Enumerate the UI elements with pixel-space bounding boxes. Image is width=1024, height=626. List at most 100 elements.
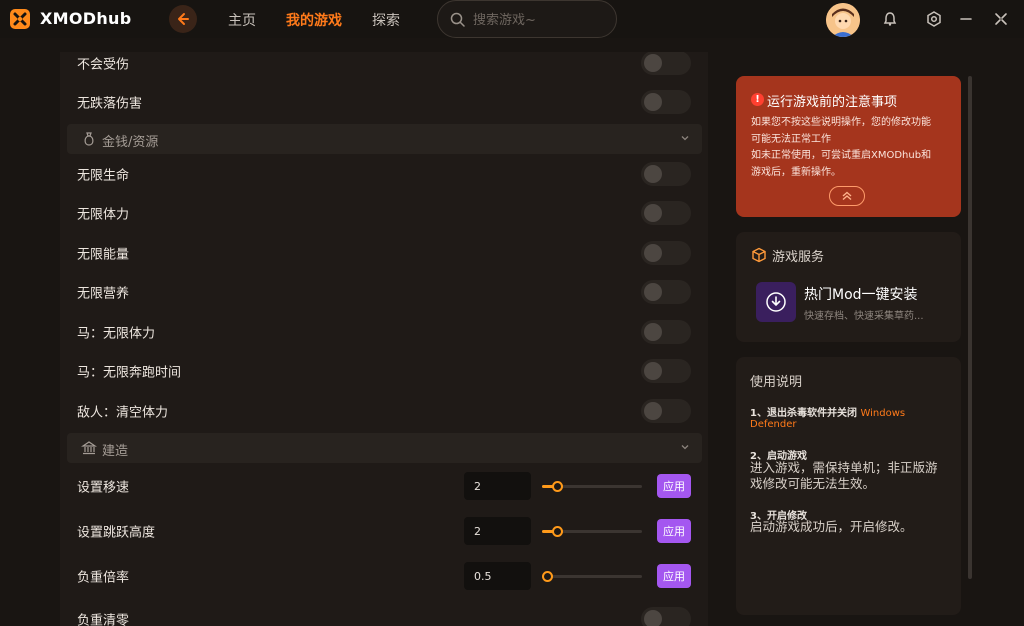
guide-step-1: 1、退出杀毒软件并关闭 Windows [750,404,950,419]
toggle-switch[interactable] [641,280,691,304]
mod-install-title: 热门Mod一键安装 [804,287,918,303]
cube-box-icon [752,247,766,263]
avatar[interactable] [826,3,860,37]
title-bar: XMODhub 主页 我的游戏 探索 [0,0,1024,38]
search-input[interactable] [473,10,608,30]
money-bag-icon [84,132,94,146]
cheat-row-no-damage: 不会受伤 [60,52,708,83]
slider-thumb[interactable] [552,526,563,537]
cheat-row-infinite-health: 无限生命 [60,154,708,194]
guide-step-highlight: Windows [860,408,906,419]
close-icon[interactable] [993,11,1009,27]
toggle-switch[interactable] [641,607,691,626]
guide-title: 使用说明 [750,375,803,390]
cheat-row-horse-stamina: 马：无限体力 [60,312,708,352]
toggle-switch[interactable] [641,90,691,114]
cheat-label: 负重清零 [77,613,130,626]
notice-line: 如未正常使用，可尝试重启XMODhub和 [751,150,932,161]
apply-button[interactable]: 应用 [657,564,691,588]
right-scrollbar[interactable] [968,76,972,579]
jump-height-input[interactable] [464,517,531,545]
slider-thumb[interactable] [542,571,553,582]
toggle-switch[interactable] [641,162,691,186]
toggle-switch[interactable] [641,359,691,383]
cheat-row-infinite-nutrition: 无限营养 [60,272,708,312]
cheat-label: 设置移速 [77,480,130,496]
cheat-row-horse-sprint: 马：无限奔跑时间 [60,351,708,391]
cheat-label: 不会受伤 [77,57,130,73]
apply-button[interactable]: 应用 [657,474,691,498]
weight-rate-input[interactable] [464,562,531,590]
jump-height-slider[interactable] [542,525,642,537]
guide-text-line: 戏修改可能无法生效。 [750,476,876,491]
cheat-row-infinite-energy: 无限能量 [60,233,708,273]
collapse-button[interactable] [829,186,865,206]
game-service-card: 游戏服务 热门Mod一键安装 快速存档、快速采集草药... [736,232,961,342]
guide-step-1-cont: Defender [750,419,950,430]
nav-home[interactable]: 主页 [228,10,256,30]
toggle-switch[interactable] [641,241,691,265]
mod-install-item[interactable]: 热门Mod一键安装 快速存档、快速采集草药... [756,282,956,322]
section-header-build[interactable]: 建造 [67,433,702,463]
arrow-left-icon [178,13,189,25]
app-brand: XMODhub [40,9,132,28]
settings-gear-icon[interactable] [926,11,942,27]
search-box [437,0,617,38]
guide-step-highlight: Defender [750,419,797,430]
notice-title: 运行游戏前的注意事项 [767,95,898,110]
notice-line: 可能无法正常工作 [751,133,831,145]
back-button[interactable] [169,5,197,33]
cheat-row-weight-clear: 负重清零 [60,599,708,626]
cheat-label: 无限生命 [77,168,130,184]
chevron-down-icon [681,136,689,141]
double-chevron-up-icon [842,191,852,201]
move-speed-input[interactable] [464,472,531,500]
toggle-switch[interactable] [641,399,691,423]
download-icon [766,292,786,312]
service-title: 游戏服务 [772,250,825,265]
guide-step-2-text: 进入游戏，需保持单机；非正版游 戏修改可能无法生效。 [750,460,950,492]
weight-rate-slider[interactable] [542,570,642,582]
cheat-row-jump-height: 设置跳跃高度 应用 [60,511,708,551]
cheat-row-infinite-stamina: 无限体力 [60,193,708,233]
notice-line: 游戏后，重新操作。 [751,166,841,178]
toggle-switch[interactable] [641,320,691,344]
mod-install-subtitle: 快速存档、快速采集草药... [804,311,924,322]
cheat-label: 马：无限奔跑时间 [77,365,182,381]
minimize-icon[interactable] [958,11,974,27]
cheat-label: 无限体力 [77,207,130,223]
notification-bell-icon[interactable] [882,11,898,27]
section-label: 金钱/资源 [102,135,159,150]
notice-card: ! 运行游戏前的注意事项 如果您不按这些说明操作，您的修改功能 可能无法正常工作… [736,76,961,217]
cheat-row-enemy-stamina: 敌人：清空体力 [60,391,708,431]
toggle-switch[interactable] [641,201,691,225]
cheat-label: 敌人：清空体力 [77,405,169,421]
nav-my-games[interactable]: 我的游戏 [286,10,342,30]
slider-thumb[interactable] [552,481,563,492]
cheat-label: 设置跳跃高度 [77,525,156,541]
cheat-row-no-fall-damage: 无跌落伤害 [60,82,708,122]
section-label: 建造 [102,444,129,459]
cheat-label: 无限营养 [77,286,130,302]
building-icon [81,441,97,455]
cheat-label: 负重倍率 [77,570,130,586]
cheat-label: 无跌落伤害 [77,96,143,112]
xmodhub-logo-icon [10,9,30,29]
move-speed-slider[interactable] [542,480,642,492]
guide-step-text: 1、退出杀毒软件并关闭 [750,408,857,419]
guide-text-line: 进入游戏，需保持单机；非正版游 [750,460,938,475]
cheat-label: 马：无限体力 [77,326,156,342]
nav-explore[interactable]: 探索 [372,10,400,30]
cheat-list-panel: 不会受伤 无跌落伤害 金钱/资源 无限生命 无限体力 无限能量 无限营养 马：无… [60,52,708,626]
notice-body: 如果您不按这些说明操作，您的修改功能 可能无法正常工作 如未正常使用，可尝试重启… [751,115,956,181]
search-icon [450,12,465,27]
section-header-money[interactable]: 金钱/资源 [67,124,702,154]
toggle-switch[interactable] [641,52,691,75]
guide-step-3-text: 启动游戏成功后，开启修改。 [750,519,913,534]
cheat-row-weight-rate: 负重倍率 应用 [60,556,708,596]
slider-track [542,575,642,578]
usage-guide-card: 使用说明 1、退出杀毒软件并关闭 Windows Defender 2、启动游戏… [736,357,961,615]
download-icon-box [756,282,796,322]
apply-button[interactable]: 应用 [657,519,691,543]
chevron-down-icon [681,445,689,450]
